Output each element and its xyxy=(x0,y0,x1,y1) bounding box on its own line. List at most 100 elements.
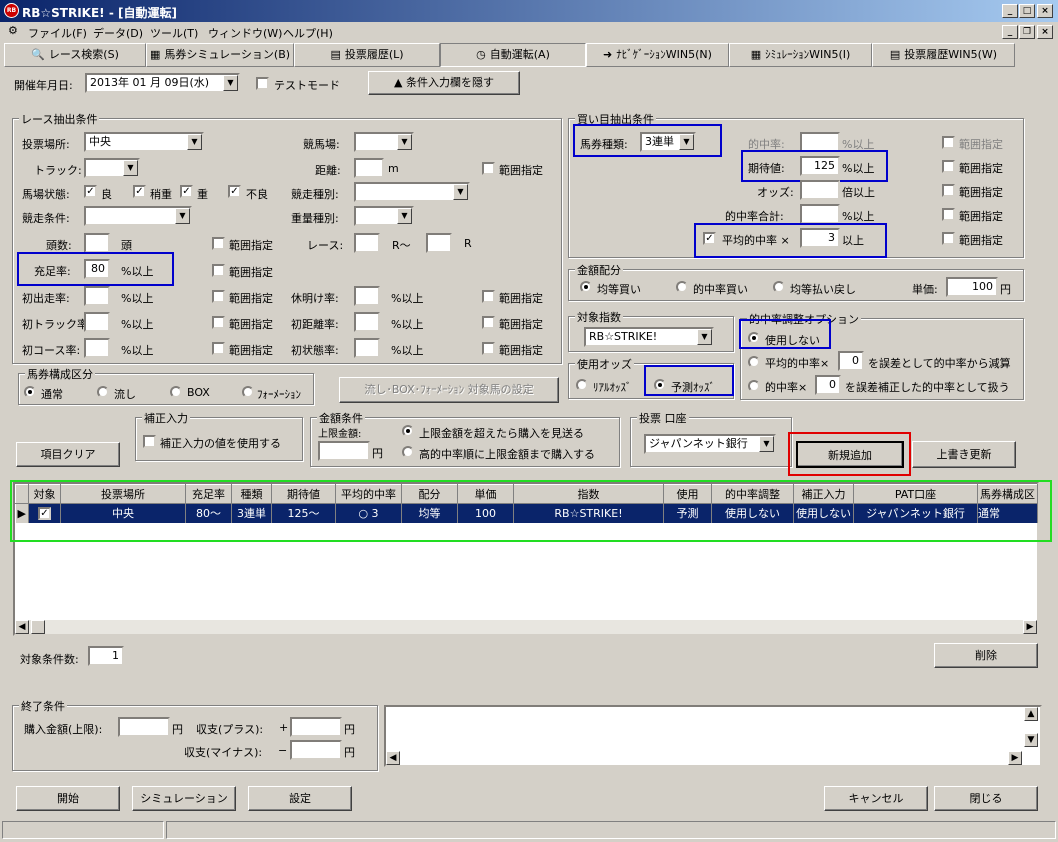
chevron-down-icon[interactable]: ▼ xyxy=(453,184,468,200)
chevron-down-icon[interactable]: ▼ xyxy=(397,134,412,150)
test-mode-checkbox[interactable] xyxy=(256,77,269,90)
race-from-input[interactable] xyxy=(354,233,380,253)
scroll-right-icon[interactable]: ▶ xyxy=(1023,620,1037,634)
close-button[interactable]: 閉じる xyxy=(934,786,1038,811)
heads-range-checkbox[interactable] xyxy=(212,237,225,250)
scroll-down-icon[interactable]: ▼ xyxy=(1024,733,1038,747)
real-odds-radio[interactable] xyxy=(576,379,588,391)
track-select[interactable]: ▼ xyxy=(84,158,140,178)
overwrite-button[interactable]: 上書き更新 xyxy=(912,441,1016,468)
log-textarea[interactable]: ▲ ◀ ▶ ▼ xyxy=(384,705,1042,767)
first-state-range-checkbox[interactable] xyxy=(482,342,495,355)
buy-by-hit-radio[interactable] xyxy=(402,446,414,458)
ev-range-checkbox[interactable] xyxy=(942,160,955,173)
tab-vote-history[interactable]: ▤ 投票履歴(L) xyxy=(294,43,440,67)
mdi-minimize-icon[interactable]: _ xyxy=(1002,25,1018,39)
hit-rate-range-checkbox[interactable] xyxy=(942,136,955,149)
odds-input[interactable] xyxy=(800,180,840,200)
scroll-left-icon[interactable]: ◀ xyxy=(15,620,29,634)
cond-heavy-checkbox[interactable]: ✓ xyxy=(180,185,193,198)
adjust-hit-input[interactable]: 0 xyxy=(815,375,841,395)
first-run-input[interactable] xyxy=(84,286,110,306)
tab-navigation-win5[interactable]: ➜ ﾅﾋﾞｹﾞｰｼｮﾝWIN5(N) xyxy=(586,43,729,67)
delete-button[interactable]: 削除 xyxy=(934,643,1038,668)
race-to-input[interactable] xyxy=(426,233,452,253)
distance-input[interactable] xyxy=(354,158,384,178)
nagashi-radio[interactable] xyxy=(97,386,109,398)
limit-amount-input[interactable] xyxy=(318,441,370,461)
cond-bad-checkbox[interactable]: ✓ xyxy=(228,185,241,198)
hit-sum-input[interactable] xyxy=(800,204,840,224)
first-state-input[interactable] xyxy=(354,338,380,358)
avg-hit-range-checkbox[interactable] xyxy=(942,232,955,245)
target-horse-setting-button[interactable]: 流し･BOX･ﾌｫｰﾒｰｼｮﾝ 対象馬の設定 xyxy=(339,377,559,403)
first-run-range-checkbox[interactable] xyxy=(212,290,225,303)
minimize-icon[interactable]: _ xyxy=(1002,4,1018,18)
menu-help[interactable]: ヘルプ(H) xyxy=(283,25,333,41)
cond-slightly-checkbox[interactable]: ✓ xyxy=(133,185,146,198)
simulation-button[interactable]: シミュレーション xyxy=(132,786,236,811)
chevron-down-icon[interactable]: ▼ xyxy=(187,134,202,150)
clear-button[interactable]: 項目クリア xyxy=(16,442,120,467)
mdi-close-icon[interactable]: × xyxy=(1037,25,1053,39)
chevron-down-icon[interactable]: ▼ xyxy=(123,160,138,176)
tab-auto-run[interactable]: ◷ 自動運転(A) xyxy=(440,43,586,67)
first-track-input[interactable] xyxy=(84,312,110,332)
venue-select[interactable]: 中央 ▼ xyxy=(84,132,204,152)
profit-minus-input[interactable] xyxy=(290,740,342,760)
settings-gear-icon[interactable]: ⚙ xyxy=(8,24,18,37)
account-select[interactable]: ジャパンネット銀行 ▼ xyxy=(644,434,776,454)
chevron-down-icon[interactable]: ▼ xyxy=(759,436,774,452)
index-select[interactable]: RB☆STRIKE! ▼ xyxy=(584,327,714,347)
odds-range-checkbox[interactable] xyxy=(942,184,955,197)
chevron-down-icon[interactable]: ▼ xyxy=(697,329,712,345)
horizontal-scrollbar[interactable]: ◀ ▶ xyxy=(15,620,1037,634)
profit-plus-input[interactable] xyxy=(290,717,342,737)
hide-conditions-button[interactable]: ▲ 条件入力欄を隠す xyxy=(368,71,520,95)
tab-race-search[interactable]: 🔍 レース検索(S) xyxy=(4,43,146,67)
distance-range-checkbox[interactable] xyxy=(482,162,495,175)
hit-buy-radio[interactable] xyxy=(676,281,688,293)
even-payout-radio[interactable] xyxy=(773,281,785,293)
scroll-up-icon[interactable]: ▲ xyxy=(1024,707,1038,721)
scroll-thumb[interactable] xyxy=(31,620,45,634)
adjust-avg-radio[interactable] xyxy=(748,356,760,368)
weight-select[interactable]: ▼ xyxy=(354,206,414,226)
hit-rate-input[interactable] xyxy=(800,132,840,152)
chevron-down-icon[interactable]: ▼ xyxy=(397,208,412,224)
adjust-avg-input[interactable]: 0 xyxy=(838,351,864,371)
first-track-range-checkbox[interactable] xyxy=(212,316,225,329)
scroll-right-icon[interactable]: ▶ xyxy=(1008,751,1022,765)
maximize-icon[interactable]: □ xyxy=(1019,4,1035,18)
cancel-button[interactable]: キャンセル xyxy=(824,786,928,811)
menu-data[interactable]: データ(D) xyxy=(93,25,143,41)
rest-input[interactable] xyxy=(354,286,380,306)
menu-window[interactable]: ウィンドウ(W) xyxy=(208,25,282,41)
hit-sum-range-checkbox[interactable] xyxy=(942,208,955,221)
cond-good-checkbox[interactable]: ✓ xyxy=(84,185,97,198)
first-course-range-checkbox[interactable] xyxy=(212,342,225,355)
correction-checkbox[interactable] xyxy=(143,435,156,448)
scroll-left-icon[interactable]: ◀ xyxy=(386,751,400,765)
chevron-down-icon[interactable]: ▼ xyxy=(175,208,190,224)
adjust-hit-radio[interactable] xyxy=(748,380,760,392)
formation-radio[interactable] xyxy=(242,386,254,398)
purchase-limit-input[interactable] xyxy=(118,717,170,737)
tab-bet-simulation[interactable]: ▦ 馬券シミュレーション(B) xyxy=(146,43,294,67)
tab-vote-history-win5[interactable]: ▤ 投票履歴WIN5(W) xyxy=(872,43,1015,67)
date-select[interactable]: 2013年 01 月 09日(水) ▼ xyxy=(85,73,240,93)
box-radio[interactable] xyxy=(170,386,182,398)
normal-radio[interactable] xyxy=(24,386,36,398)
mdi-restore-icon[interactable]: ❐ xyxy=(1019,25,1035,39)
track-venue-select[interactable]: ▼ xyxy=(354,132,414,152)
first-dist-input[interactable] xyxy=(354,312,380,332)
skip-over-limit-radio[interactable] xyxy=(402,425,414,437)
close-icon[interactable]: × xyxy=(1037,4,1053,18)
even-buy-radio[interactable] xyxy=(580,281,592,293)
first-dist-range-checkbox[interactable] xyxy=(482,316,495,329)
first-course-input[interactable] xyxy=(84,338,110,358)
chevron-down-icon[interactable]: ▼ xyxy=(223,75,238,91)
fill-range-checkbox[interactable] xyxy=(212,264,225,277)
menu-file[interactable]: ファイル(F) xyxy=(28,25,87,41)
heads-input[interactable] xyxy=(84,233,110,253)
